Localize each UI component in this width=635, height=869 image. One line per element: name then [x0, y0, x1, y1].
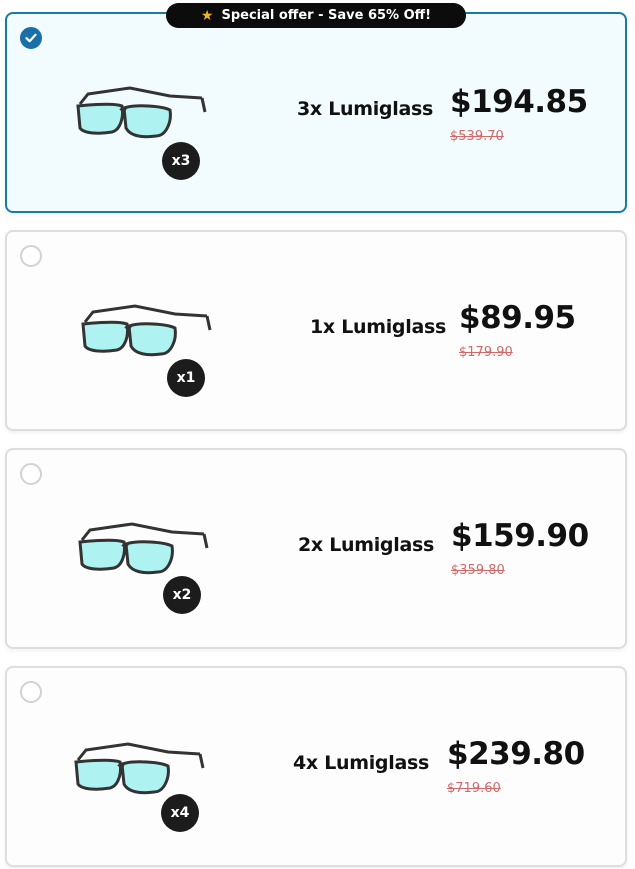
- special-offer-badge: ★ Special offer - Save 65% Off!: [166, 3, 466, 28]
- radio-unchecked-icon[interactable]: [20, 681, 42, 703]
- radio-unchecked-icon[interactable]: [20, 245, 42, 267]
- old-price: $179.90: [459, 345, 513, 360]
- old-price: $359.80: [451, 563, 505, 578]
- star-icon: ★: [200, 7, 214, 24]
- price: $89.95: [459, 300, 576, 336]
- eyeglasses-icon: [76, 86, 207, 139]
- radio-unchecked-icon[interactable]: [20, 463, 42, 485]
- radio-checked-icon[interactable]: [20, 27, 42, 49]
- product-name: 2x Lumiglass: [298, 534, 434, 556]
- special-offer-text: Special offer - Save 65% Off!: [221, 8, 432, 23]
- eyeglasses-icon: [74, 742, 205, 795]
- product-name: 4x Lumiglass: [293, 752, 429, 774]
- quantity-badge: x1: [167, 359, 205, 397]
- old-price: $539.70: [450, 129, 504, 144]
- bundle-option-1x[interactable]: x1 1x Lumiglass $89.95 $179.90: [5, 230, 627, 431]
- price: $239.80: [447, 736, 585, 772]
- old-price: $719.60: [447, 781, 501, 796]
- product-name: 3x Lumiglass: [297, 98, 433, 120]
- eyeglasses-icon: [78, 522, 209, 575]
- quantity-badge: x2: [163, 576, 201, 614]
- product-name: 1x Lumiglass: [310, 316, 446, 338]
- price: $159.90: [451, 518, 589, 554]
- bundle-option-4x[interactable]: x4 4x Lumiglass $239.80 $719.60: [5, 666, 627, 867]
- eyeglasses-icon: [81, 304, 212, 357]
- bundle-option-2x[interactable]: x2 2x Lumiglass $159.90 $359.80: [5, 448, 627, 649]
- quantity-badge: x4: [161, 794, 199, 832]
- price: $194.85: [450, 84, 588, 120]
- bundle-option-3x[interactable]: x3 3x Lumiglass $194.85 $539.70: [5, 12, 627, 213]
- quantity-badge: x3: [162, 142, 200, 180]
